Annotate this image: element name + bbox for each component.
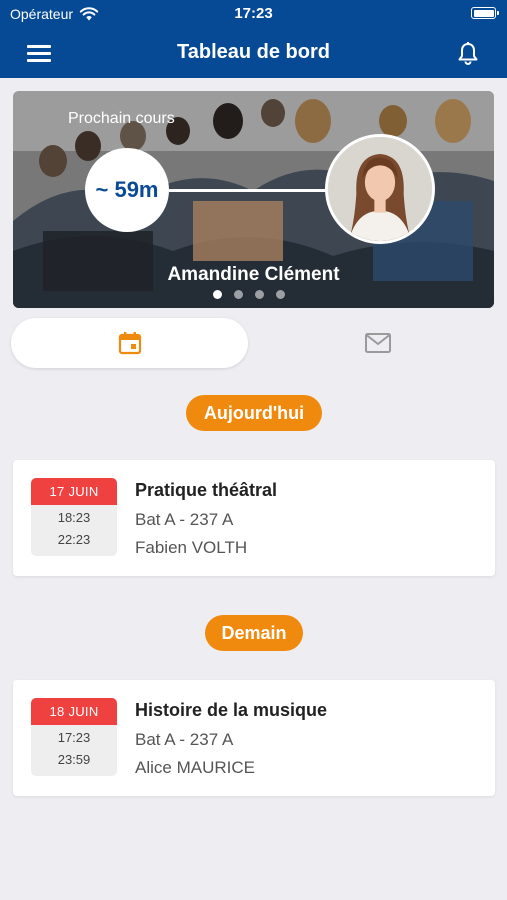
course-room: Bat A - 237 A xyxy=(135,510,234,529)
tab-messages[interactable] xyxy=(259,318,496,368)
course-day: 17 JUIN xyxy=(31,478,117,505)
carousel-pagination xyxy=(213,290,285,299)
teacher-name-text: Amandine Clément xyxy=(167,264,340,285)
section-today-badge: Aujourd'hui xyxy=(186,395,322,431)
course-date-box: 17 JUIN 18:23 22:23 xyxy=(31,478,117,556)
course-teacher: Alice MAURICE xyxy=(135,758,255,777)
notifications-bell-icon[interactable] xyxy=(455,41,481,67)
tab-calendar[interactable] xyxy=(11,318,248,368)
countdown-connector xyxy=(169,189,327,192)
course-end-time: 22:23 xyxy=(57,532,91,547)
page-dot-3[interactable] xyxy=(255,290,264,299)
section-tomorrow-badge: Demain xyxy=(205,615,303,651)
course-date-box: 18 JUIN 17:23 23:59 xyxy=(31,698,117,776)
course-start-time: 18:23 xyxy=(57,510,91,525)
countdown-badge: ~ 59m xyxy=(85,148,169,232)
next-course-banner[interactable]: Prochain cours ~ 59m Amandine Clément xyxy=(13,91,494,308)
page-title: Tableau de bord xyxy=(177,41,330,63)
mail-icon xyxy=(364,333,391,353)
teacher-name: Amandine Clément xyxy=(13,264,494,286)
battery-icon xyxy=(471,7,499,19)
navigation-bar: Tableau de bord xyxy=(0,28,507,78)
course-day: 18 JUIN xyxy=(31,698,117,725)
course-start-time: 17:23 xyxy=(57,730,91,745)
page-dot-4[interactable] xyxy=(276,290,285,299)
course-title: Pratique théâtral xyxy=(135,480,278,500)
top-bar: Opérateur 17:23 Tableau de bord xyxy=(0,0,507,78)
teacher-avatar xyxy=(325,134,435,244)
course-end-time: 23:59 xyxy=(57,752,91,767)
page-dot-1[interactable] xyxy=(213,290,222,299)
course-room: Bat A - 237 A xyxy=(135,730,234,749)
clock: 17:23 xyxy=(234,5,273,22)
status-bar: Opérateur 17:23 xyxy=(0,0,507,28)
course-card[interactable]: 18 JUIN 17:23 23:59 Histoire de la musiq… xyxy=(13,680,495,796)
course-title: Histoire de la musique xyxy=(135,700,328,720)
course-card[interactable]: 17 JUIN 18:23 22:23 Pratique théâtral Ba… xyxy=(13,460,495,576)
teacher-photo xyxy=(328,137,432,241)
next-course-label: Prochain cours xyxy=(68,110,175,127)
course-teacher: Fabien VOLTH xyxy=(135,538,248,557)
calendar-icon xyxy=(118,332,141,355)
page-dot-2[interactable] xyxy=(234,290,243,299)
